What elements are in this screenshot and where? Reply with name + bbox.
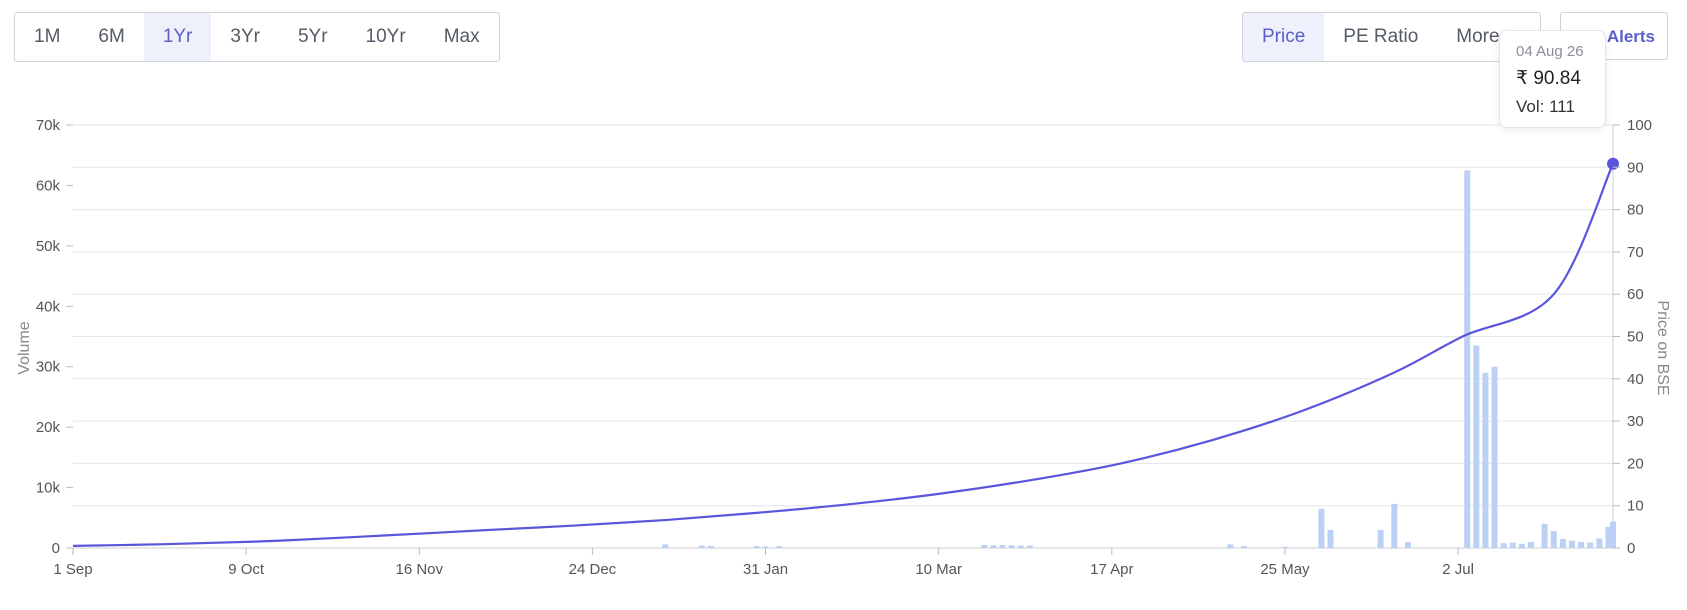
volume-bar <box>1518 543 1525 548</box>
price-tick-label: 30 <box>1627 413 1644 430</box>
price-tick-label: 10 <box>1627 498 1644 515</box>
date-tick-label: 2 Jul <box>1442 561 1474 578</box>
volume-bar <box>1318 508 1325 548</box>
price-hover-point[interactable] <box>1607 157 1619 170</box>
volume-tick-label: 60k <box>36 177 61 194</box>
volume-tick-label: 20k <box>36 419 61 436</box>
date-tick-label: 1 Sep <box>53 561 92 578</box>
volume-bar <box>1541 523 1548 548</box>
price-tick-label: 100 <box>1627 117 1652 134</box>
volume-bars <box>662 170 1616 549</box>
volume-bar <box>1281 546 1288 548</box>
volume-bar <box>1500 543 1507 548</box>
volume-bar <box>1240 546 1247 548</box>
volume-bar <box>1464 170 1471 549</box>
volume-bar <box>1404 541 1411 548</box>
volume-tick-label: 10k <box>36 480 61 497</box>
date-tick-label: 16 Nov <box>396 561 444 578</box>
volume-bar <box>1559 538 1566 548</box>
volume-bar <box>1377 529 1384 548</box>
volume-bar <box>1550 531 1557 548</box>
price-tick-label: 50 <box>1627 329 1644 346</box>
date-tick-label: 9 Oct <box>228 561 265 578</box>
volume-bar <box>698 545 705 548</box>
volume-bar <box>1482 372 1489 548</box>
price-tick-label: 70 <box>1627 244 1644 261</box>
volume-bar <box>1587 542 1594 548</box>
volume-bar <box>1473 345 1480 548</box>
volume-bar <box>1026 545 1033 548</box>
price-line <box>72 163 1615 547</box>
volume-tick-label: 70k <box>36 117 61 134</box>
volume-bar <box>1568 540 1575 548</box>
volume-bar <box>1017 545 1024 548</box>
volume-axis-ticks: 0 10k 20k 30k 40k 50k 60k 70k <box>36 117 73 557</box>
volume-tick-label: 40k <box>36 298 61 315</box>
volume-bar <box>1327 529 1334 548</box>
volume-bar <box>1527 541 1534 548</box>
tooltip-price: ₹ 90.84 <box>1516 68 1581 89</box>
volume-tick-label: 0 <box>52 540 60 557</box>
date-tick-label: 17 Apr <box>1090 561 1133 578</box>
price-tick-label: 40 <box>1627 371 1644 388</box>
volume-bar <box>1008 545 1015 548</box>
volume-bar <box>1610 521 1616 548</box>
date-tick-label: 24 Dec <box>569 561 617 578</box>
volume-bar <box>662 544 669 548</box>
volume-bar <box>1509 542 1516 548</box>
volume-tick-label: 30k <box>36 359 61 376</box>
volume-bar <box>707 545 714 548</box>
volume-axis-title: Volume <box>16 321 33 374</box>
price-tick-label: 60 <box>1627 286 1644 303</box>
volume-bar <box>1578 541 1585 548</box>
volume-bar <box>999 544 1006 548</box>
price-tick-label: 20 <box>1627 455 1644 472</box>
date-tick-label: 25 May <box>1260 561 1310 578</box>
price-axis-ticks: 0 10 20 30 40 50 60 70 80 90 100 <box>1613 117 1652 557</box>
hover-tooltip: 04 Aug 26 ₹ 90.84 Vol: 111 <box>1499 30 1606 128</box>
tooltip-date: 04 Aug 26 <box>1516 43 1584 60</box>
grid <box>73 124 1614 549</box>
price-volume-chart: 0 10k 20k 30k 40k 50k 60k 70k 0 10 20 30 40 50 60 70 80… <box>16 117 1671 578</box>
volume-tick-label: 50k <box>36 238 61 255</box>
tooltip-volume: Vol: 111 <box>1516 97 1575 116</box>
volume-bar <box>981 544 988 548</box>
price-tick-label: 0 <box>1627 540 1635 557</box>
volume-bar <box>776 546 783 548</box>
price-axis-title: Price on BSE <box>1654 300 1671 395</box>
date-tick-label: 10 Mar <box>915 561 962 578</box>
volume-bar <box>1391 503 1398 548</box>
volume-bar <box>990 545 997 548</box>
volume-bar <box>762 546 769 548</box>
volume-bar <box>753 546 760 548</box>
volume-bar <box>1596 538 1603 548</box>
date-tick-label: 31 Jan <box>743 561 788 578</box>
date-axis-ticks: 1 Sep 9 Oct 16 Nov 24 Dec 31 Jan 10 Mar 17 Apr… <box>53 548 1474 578</box>
price-tick-label: 90 <box>1627 159 1644 176</box>
volume-bar <box>1491 366 1498 548</box>
volume-bar <box>1227 544 1234 548</box>
price-tick-label: 80 <box>1627 202 1644 219</box>
